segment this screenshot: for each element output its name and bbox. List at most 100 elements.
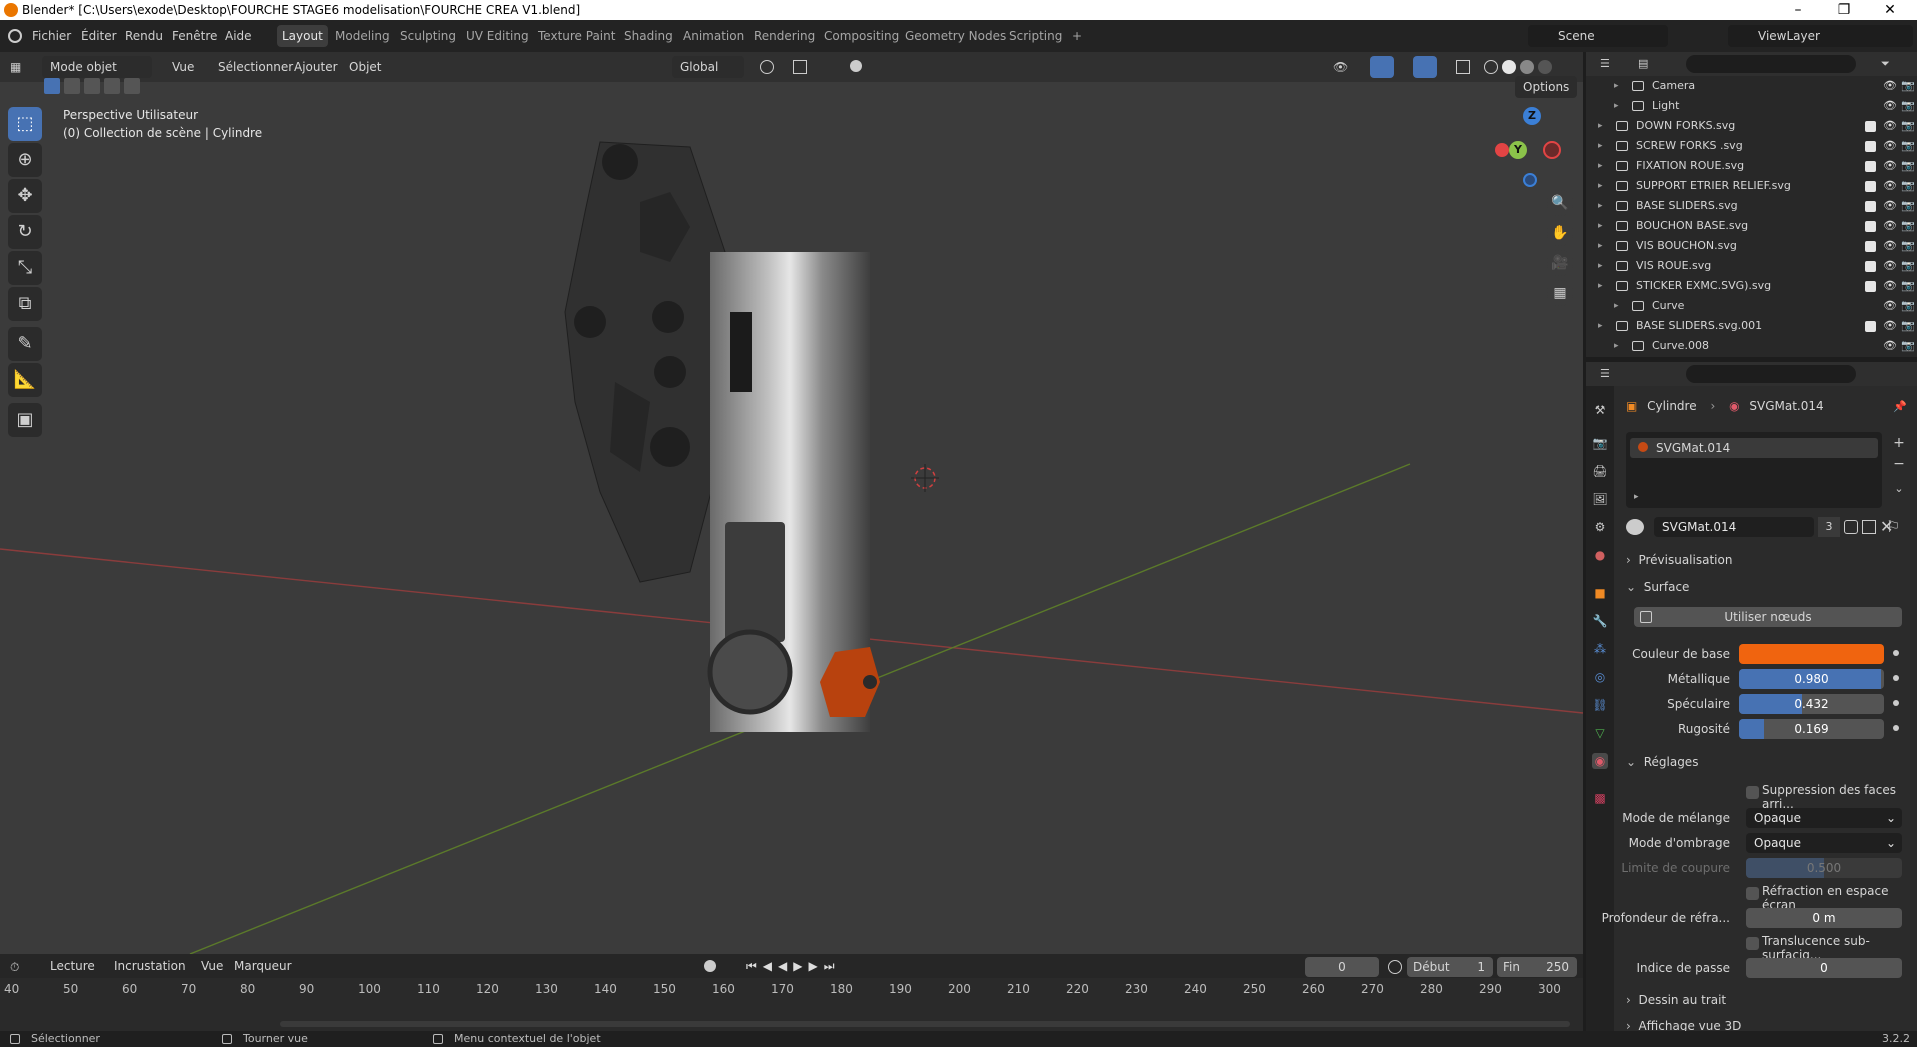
backface-culling-checkbox[interactable] <box>1746 786 1759 799</box>
expand-arrow-icon[interactable]: ▸ <box>1598 136 1603 156</box>
fake-user-icon[interactable] <box>1844 520 1858 534</box>
cursor-tool-icon[interactable]: ⊕ <box>8 143 42 177</box>
texture-tab-icon[interactable]: ▩ <box>1592 790 1608 806</box>
specular-slider[interactable]: 0.432 <box>1739 694 1884 714</box>
eye-icon[interactable]: 👁 <box>1883 236 1897 256</box>
screen-space-refraction-checkbox[interactable] <box>1746 887 1759 900</box>
exclude-checkbox[interactable] <box>1865 121 1876 132</box>
expand-arrow-icon[interactable]: ▸ <box>1598 236 1603 256</box>
outliner-row[interactable]: ▸ BOUCHON BASE.svg 👁 📷 <box>1586 216 1917 236</box>
wireframe-shading-icon[interactable] <box>1484 60 1498 74</box>
exclude-checkbox[interactable] <box>1865 241 1876 252</box>
eye-icon[interactable]: 👁 <box>1883 256 1897 276</box>
camera-icon[interactable]: 📷 <box>1901 236 1915 256</box>
base-color-swatch[interactable] <box>1739 644 1884 664</box>
modifiers-tab-icon[interactable]: 🔧 <box>1592 613 1608 629</box>
camera-icon[interactable]: 📷 <box>1901 136 1915 156</box>
outliner-row[interactable]: ▸ VIS ROUE.svg 👁 📷 <box>1586 256 1917 276</box>
material-users-count[interactable]: 3 <box>1818 517 1840 537</box>
options-button[interactable]: Options <box>1515 76 1578 98</box>
add-cube-tool-icon[interactable]: ▣ <box>8 403 42 437</box>
camera-icon[interactable]: 📷 <box>1901 196 1915 216</box>
material-tab-icon[interactable]: ◉ <box>1592 753 1608 769</box>
outliner-row[interactable]: ▸ DOWN FORKS.svg 👁 📷 <box>1586 116 1917 136</box>
transform-tool-icon[interactable]: ⧉ <box>8 287 42 321</box>
browse-material-icon[interactable] <box>1626 519 1644 535</box>
outliner-editor-icon[interactable]: ☰ <box>1600 57 1620 71</box>
gizmo-toggle[interactable] <box>1370 56 1394 78</box>
tab-texture-paint[interactable]: Texture Paint <box>533 25 620 47</box>
camera-icon[interactable]: 📷 <box>1901 336 1915 356</box>
eye-icon[interactable]: 👁 <box>1883 116 1897 136</box>
properties-search-input[interactable] <box>1686 365 1856 383</box>
gizmo-x-icon[interactable] <box>1495 143 1509 157</box>
select-extend-icon[interactable] <box>64 78 80 94</box>
eye-icon[interactable]: 👁 <box>1883 336 1897 356</box>
outliner-row[interactable]: ▸ SUPPORT ETRIER RELIEF.svg 👁 📷 <box>1586 176 1917 196</box>
material-slot-row[interactable]: SVGMat.014 <box>1630 438 1878 458</box>
solid-shading-icon[interactable] <box>1502 60 1516 74</box>
node-options-icon[interactable]: ⚐ <box>1886 519 1910 535</box>
expand-arrow-icon[interactable]: ▸ <box>1598 156 1603 176</box>
gizmo-z-icon[interactable]: Z <box>1523 107 1541 125</box>
tab-shading[interactable]: Shading <box>619 25 678 47</box>
material-name-field[interactable]: SVGMat.014 <box>1654 517 1814 537</box>
menu-help[interactable]: Aide <box>225 20 252 52</box>
overlays-toggle[interactable] <box>1413 56 1437 78</box>
tab-animation[interactable]: Animation <box>678 25 749 47</box>
section-lineart[interactable]: › Dessin au trait <box>1626 988 1909 1012</box>
outliner-row[interactable]: ▸ STICKER EXMC.SVG).svg 👁 📷 <box>1586 276 1917 296</box>
expand-arrow-icon[interactable]: ▸ <box>1598 276 1603 296</box>
roughness-keyframe-icon[interactable] <box>1893 725 1899 731</box>
menu-file[interactable]: Fichier <box>32 20 71 52</box>
tab-sculpting[interactable]: Sculpting <box>395 25 461 47</box>
scene-tab-icon[interactable]: ⚙ <box>1592 519 1608 535</box>
menu-add[interactable]: Ajouter <box>286 56 346 78</box>
camera-icon[interactable]: 📷 <box>1901 316 1915 336</box>
outliner-search-input[interactable] <box>1686 55 1856 73</box>
eye-icon[interactable]: 👁 <box>1883 176 1897 196</box>
ortho-toggle-icon[interactable]: ▦ <box>1547 280 1573 306</box>
eye-icon[interactable]: 👁 <box>1883 216 1897 236</box>
menu-render[interactable]: Rendu <box>125 20 163 52</box>
eye-icon[interactable]: 👁 <box>1883 196 1897 216</box>
menu-window[interactable]: Fenêtre <box>172 20 217 52</box>
use-nodes-button[interactable]: Utiliser nœuds <box>1634 607 1902 627</box>
section-settings[interactable]: ⌄ Réglages <box>1626 750 1909 774</box>
select-intersect-icon[interactable] <box>124 78 140 94</box>
add-workspace-button[interactable]: + <box>1067 25 1087 47</box>
subsurface-translucency-checkbox[interactable] <box>1746 937 1759 950</box>
exclude-checkbox[interactable] <box>1865 321 1876 332</box>
tab-rendering[interactable]: Rendering <box>749 25 820 47</box>
metallic-slider[interactable]: 0.980 <box>1739 669 1884 689</box>
remove-slot-button[interactable]: − <box>1890 455 1908 473</box>
transform-orientation[interactable]: Global <box>672 56 744 78</box>
select-invert-icon[interactable] <box>104 78 120 94</box>
navigation-gizmo[interactable]: Z Y <box>1495 105 1565 195</box>
clip-threshold-slider[interactable]: 0.500 <box>1746 858 1902 878</box>
exclude-checkbox[interactable] <box>1865 181 1876 192</box>
rotate-tool-icon[interactable]: ↻ <box>8 215 42 249</box>
eye-icon[interactable]: 👁 <box>1883 96 1897 116</box>
outliner-row[interactable]: ▸ BASE SLIDERS.svg.001 👁 📷 <box>1586 316 1917 336</box>
editor-type-icon[interactable]: ▦ <box>10 59 32 75</box>
tab-geometry-nodes[interactable]: Geometry Nodes <box>900 25 1011 47</box>
display-mode-icon[interactable]: ▤ <box>1638 57 1658 71</box>
rendered-shading-icon[interactable] <box>1538 60 1552 74</box>
eye-icon[interactable]: 👁 <box>1883 156 1897 176</box>
tab-scripting[interactable]: Scripting <box>1004 25 1067 47</box>
slot-expand-icon[interactable]: ▸ <box>1634 492 1639 502</box>
base-color-keyframe-icon[interactable] <box>1893 650 1899 656</box>
camera-icon[interactable]: 📷 <box>1901 156 1915 176</box>
output-tab-icon[interactable]: 🖨 <box>1592 463 1608 479</box>
zoom-view-icon[interactable]: 🔍 <box>1547 190 1573 216</box>
outliner-row[interactable]: ▸ SCREW FORKS .svg 👁 📷 <box>1586 136 1917 156</box>
eye-icon[interactable]: 👁 <box>1883 316 1897 336</box>
snap-icon[interactable] <box>793 60 807 74</box>
proportional-edit-icon[interactable] <box>850 60 862 72</box>
refraction-depth-field[interactable]: 0 m <box>1746 908 1902 928</box>
menu-view[interactable]: Vue <box>164 56 202 78</box>
specular-keyframe-icon[interactable] <box>1893 700 1899 706</box>
gizmo-neg-x-icon[interactable] <box>1543 141 1561 159</box>
eye-icon[interactable]: 👁 <box>1883 296 1897 316</box>
